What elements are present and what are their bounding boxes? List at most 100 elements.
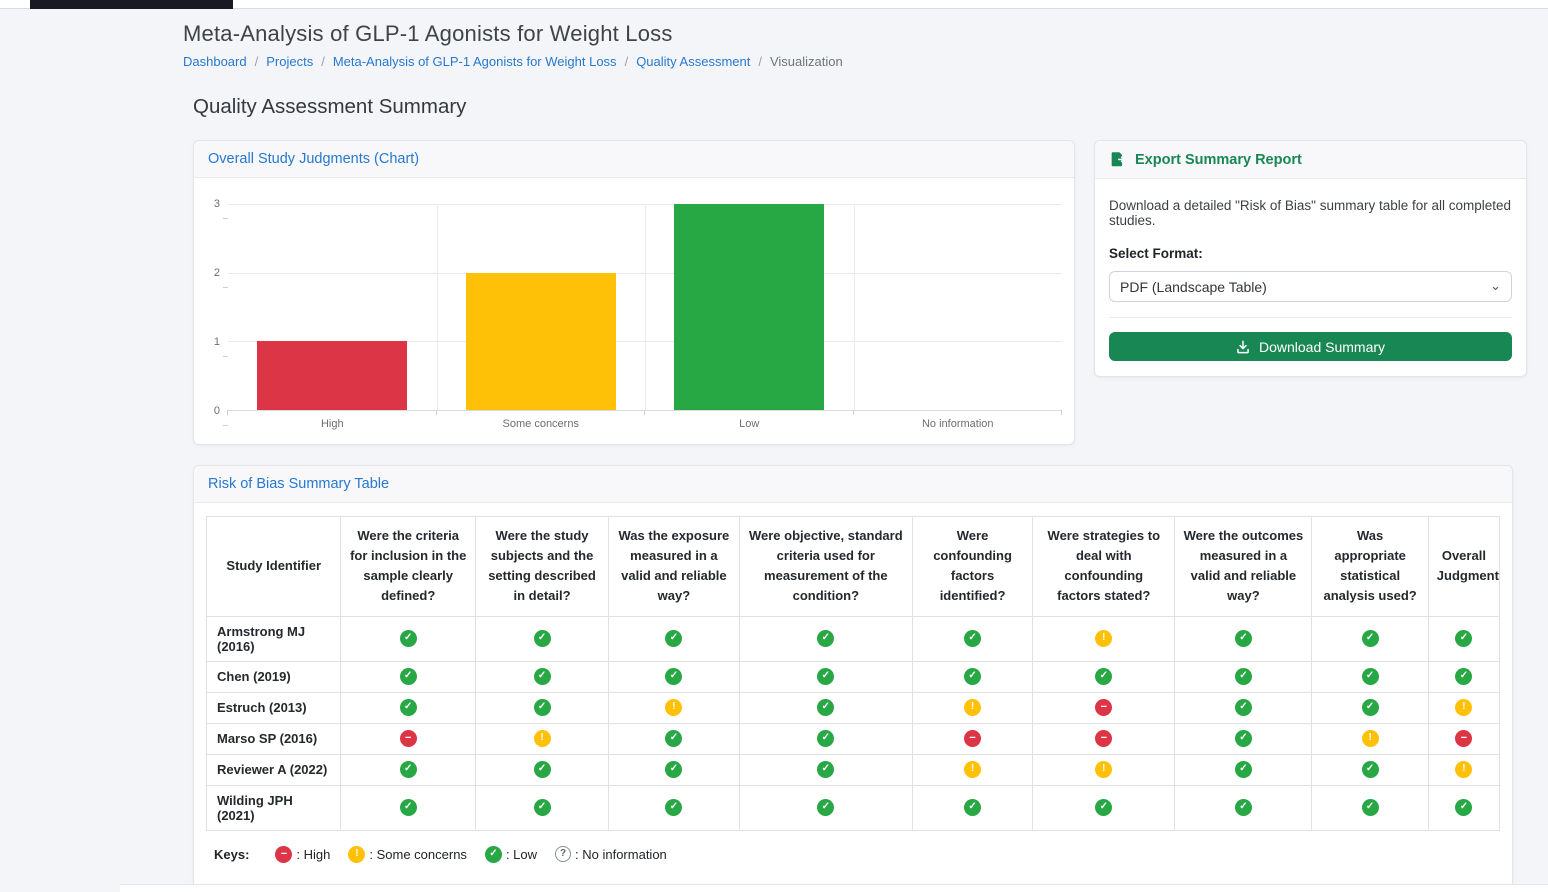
column-header: Was appropriate statistical analysis use…: [1312, 517, 1428, 617]
column-header: Were confounding factors identified?: [912, 517, 1032, 617]
key-item-high: −: High: [275, 846, 330, 863]
breadcrumb-link-meta-analysis-of-glp-1-agonists-for-weight-loss[interactable]: Meta-Analysis of GLP-1 Agonists for Weig…: [333, 54, 617, 69]
question-circle-icon: ?: [555, 846, 571, 862]
study-identifier: Marso SP (2016): [207, 723, 341, 754]
judgment-cell: ✓: [1428, 785, 1499, 830]
breadcrumb-link-dashboard[interactable]: Dashboard: [183, 54, 247, 69]
chart-plot-area: [228, 204, 1062, 411]
check-circle-icon: ✓: [1235, 699, 1252, 716]
rob-table-card: Risk of Bias Summary Table Study Identif…: [193, 465, 1513, 890]
judgment-cell: ✓: [1175, 661, 1312, 692]
check-circle-icon: ✓: [1095, 668, 1112, 685]
chart-slot-low: [645, 204, 854, 410]
judgment-cell: ✓: [1175, 754, 1312, 785]
y-tick-label: 3: [214, 198, 220, 210]
judgment-cell: !: [1312, 723, 1428, 754]
risk-of-bias-table: Study IdentifierWere the criteria for in…: [206, 516, 1500, 831]
x-tick-mark: [644, 410, 645, 415]
bottom-strip: [120, 884, 1548, 892]
judgment-cell: ✓: [1428, 616, 1499, 661]
column-header: Overall Judgment: [1428, 517, 1499, 617]
judgment-cell: ✓: [912, 785, 1032, 830]
column-header: Were the study subjects and the setting …: [475, 517, 608, 617]
divider: [1109, 317, 1512, 318]
export-card: Export Summary Report Download a detaile…: [1094, 140, 1527, 377]
study-row-estruch-2013: Estruch (2013)✓✓!✓!−✓✓!: [207, 692, 1500, 723]
check-circle-icon: ✓: [400, 699, 417, 716]
judgment-cell: ✓: [1312, 616, 1428, 661]
check-circle-icon: ✓: [485, 846, 502, 863]
x-tick-mark: [1061, 410, 1062, 415]
judgment-cell: ✓: [475, 692, 608, 723]
check-circle-icon: ✓: [534, 799, 551, 816]
x-tick-mark: [436, 410, 437, 415]
x-label-high: High: [228, 418, 437, 430]
exclamation-circle-icon: !: [534, 730, 551, 747]
top-left-dark-fragment: [30, 0, 233, 9]
top-edge-strip: [0, 0, 1548, 9]
minus-circle-icon: −: [275, 846, 292, 863]
check-circle-icon: ✓: [1235, 730, 1252, 747]
exclamation-circle-icon: !: [1455, 761, 1472, 778]
check-circle-icon: ✓: [964, 668, 981, 685]
judgment-cell: ✓: [475, 616, 608, 661]
x-tick-mark: [227, 410, 228, 415]
judgment-cell: ✓: [1175, 692, 1312, 723]
judgment-cell: !: [1033, 616, 1175, 661]
exclamation-circle-icon: !: [1362, 730, 1379, 747]
check-circle-icon: ✓: [1235, 630, 1252, 647]
judgment-cell: ✓: [739, 723, 912, 754]
study-row-marso-sp-2016: Marso SP (2016)−!✓✓−−✓!−: [207, 723, 1500, 754]
minus-circle-icon: −: [1095, 699, 1112, 716]
y-tick-label: 1: [214, 336, 220, 348]
format-label: Select Format:: [1109, 246, 1512, 261]
study-row-reviewer-a-2022: Reviewer A (2022)✓✓✓✓!!✓✓!: [207, 754, 1500, 785]
check-circle-icon: ✓: [1235, 761, 1252, 778]
check-circle-icon: ✓: [1455, 630, 1472, 647]
check-circle-icon: ✓: [665, 799, 682, 816]
judgment-cell: −: [341, 723, 475, 754]
study-row-wilding-jph-2021: Wilding JPH (2021)✓✓✓✓✓✓✓✓✓: [207, 785, 1500, 830]
key-label: : No information: [575, 847, 667, 862]
x-label-low: Low: [645, 418, 854, 430]
bar-high: [257, 341, 407, 410]
check-circle-icon: ✓: [534, 761, 551, 778]
check-circle-icon: ✓: [817, 730, 834, 747]
study-identifier: Estruch (2013): [207, 692, 341, 723]
study-identifier: Reviewer A (2022): [207, 754, 341, 785]
format-select[interactable]: PDF (Landscape Table): [1109, 271, 1512, 302]
check-circle-icon: ✓: [964, 799, 981, 816]
chart-plot-column: HighSome concernsLowNo information: [228, 204, 1062, 440]
check-circle-icon: ✓: [400, 630, 417, 647]
breadcrumb-link-quality-assessment[interactable]: Quality Assessment: [636, 54, 750, 69]
check-circle-icon: ✓: [964, 630, 981, 647]
judgment-cell: ✓: [341, 754, 475, 785]
judgment-cell: ✓: [475, 785, 608, 830]
breadcrumb-separator: /: [625, 54, 629, 69]
check-circle-icon: ✓: [1362, 699, 1379, 716]
check-circle-icon: ✓: [1362, 630, 1379, 647]
y-tick-label: 0: [214, 405, 220, 417]
check-circle-icon: ✓: [1455, 668, 1472, 685]
export-card-header: Export Summary Report: [1095, 141, 1526, 179]
keys-legend: Keys: −: High!: Some concerns✓: Low?: No…: [206, 846, 1500, 863]
breadcrumb-current: Visualization: [770, 54, 843, 69]
download-summary-button[interactable]: Download Summary: [1109, 332, 1512, 361]
key-item-low: ✓: Low: [485, 846, 537, 863]
chart-x-labels: HighSome concernsLowNo information: [228, 411, 1062, 440]
judgment-cell: ✓: [912, 616, 1032, 661]
judgment-cell: ✓: [341, 692, 475, 723]
check-circle-icon: ✓: [665, 761, 682, 778]
bar-chart: 0123 HighSome concernsLowNo information: [202, 190, 1062, 440]
check-circle-icon: ✓: [817, 699, 834, 716]
main-content: Overall Study Judgments (Chart) 0123 Hig…: [0, 140, 1548, 890]
breadcrumb: Dashboard/Projects/Meta-Analysis of GLP-…: [183, 54, 1548, 69]
exclamation-circle-icon: !: [1095, 630, 1112, 647]
check-circle-icon: ✓: [400, 799, 417, 816]
check-circle-icon: ✓: [534, 630, 551, 647]
judgment-cell: ✓: [609, 754, 740, 785]
breadcrumb-link-projects[interactable]: Projects: [266, 54, 313, 69]
chart-card-header: Overall Study Judgments (Chart): [194, 141, 1074, 178]
column-header: Was the exposure measured in a valid and…: [609, 517, 740, 617]
exclamation-circle-icon: !: [1455, 699, 1472, 716]
